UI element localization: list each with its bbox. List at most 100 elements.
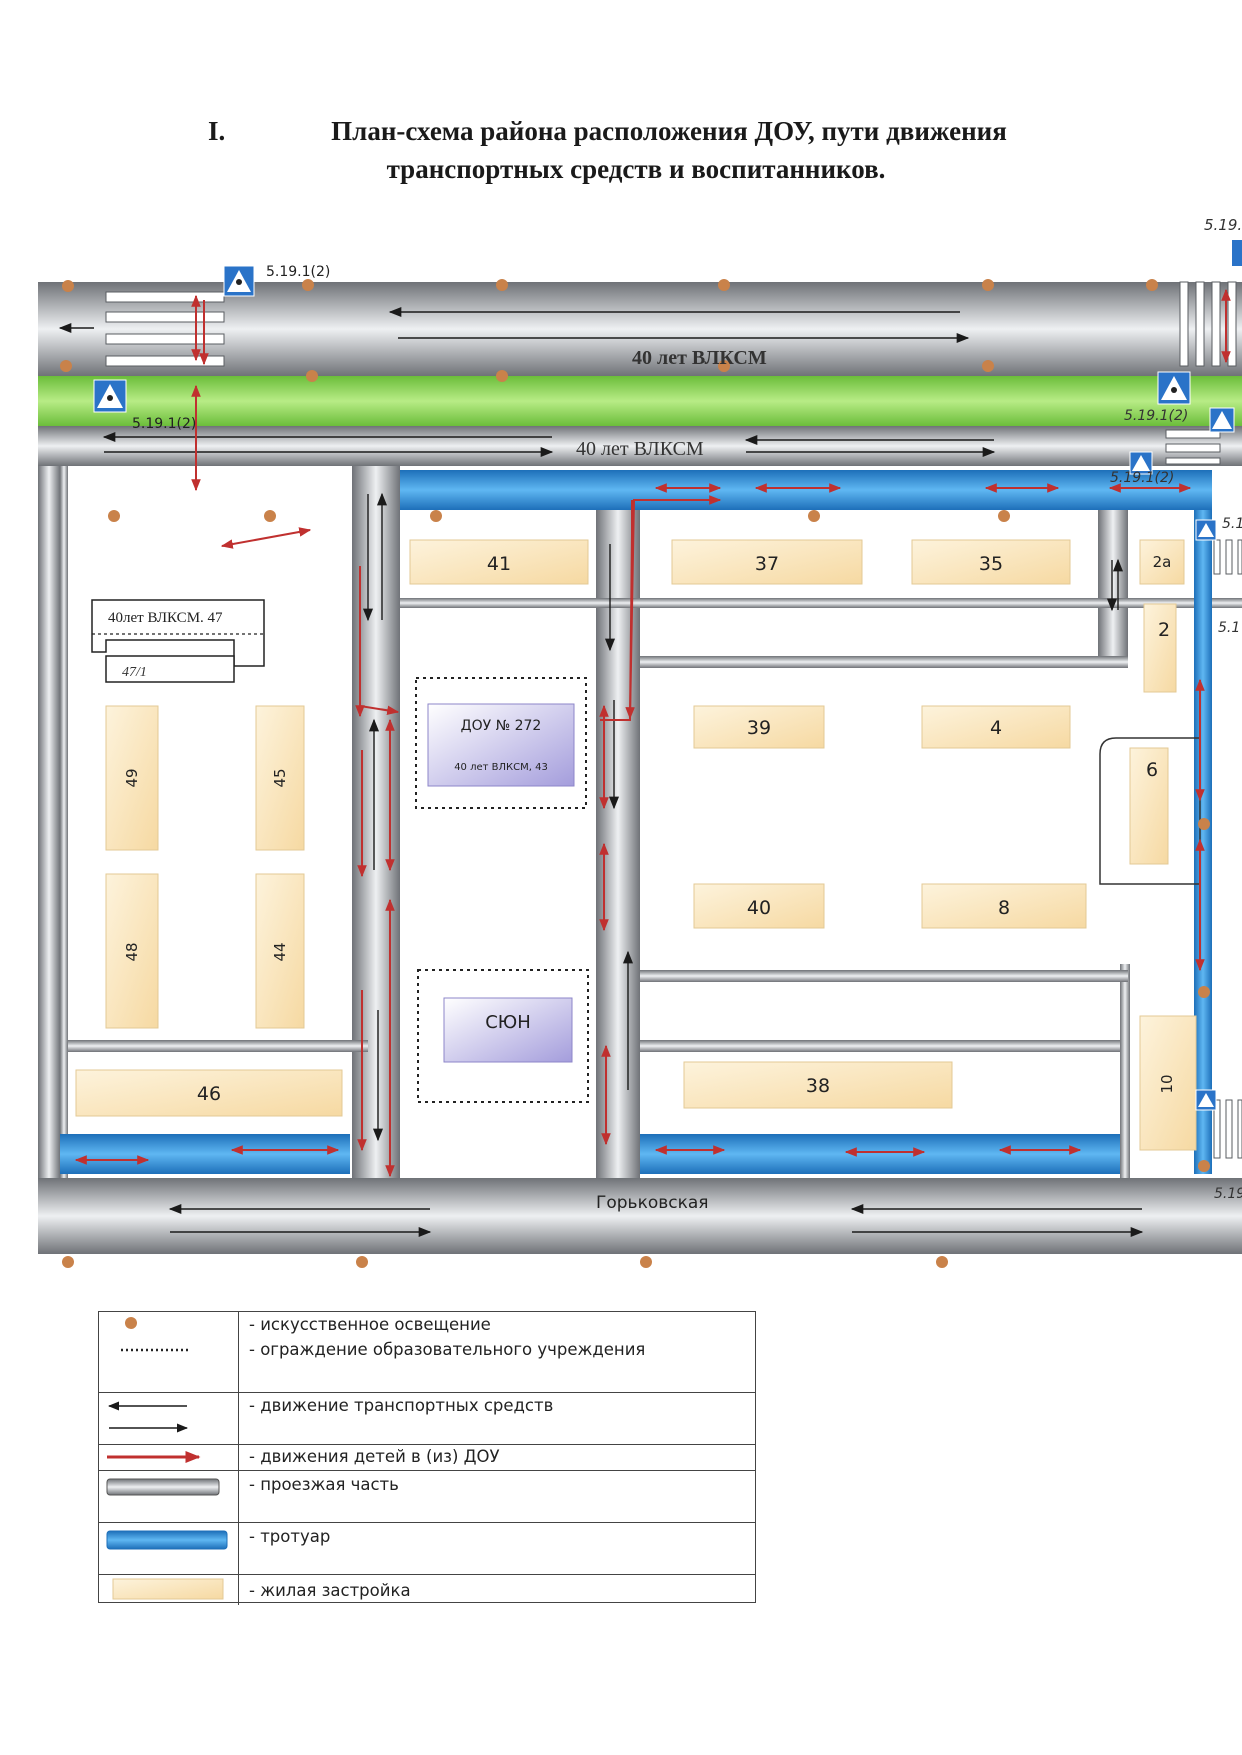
lamp (982, 279, 994, 291)
sidewalk-east (1194, 510, 1212, 1174)
sidewalk-south-left (60, 1134, 350, 1174)
driveway-3 (640, 970, 1128, 982)
pedestrian-crossing-sign-icon (1209, 407, 1235, 433)
dou-address: 40 лет ВЛКСМ, 43 (454, 762, 548, 773)
institutions (415, 677, 589, 1103)
building-number-48: 48 (123, 942, 141, 961)
building-number-41: 41 (487, 553, 511, 575)
legend-label: - движения детей в (из) ДОУ (249, 1447, 500, 1466)
road-bar-icon (106, 1478, 220, 1496)
crosswalk-east-2 (1213, 1099, 1242, 1159)
building-47-label: 40лет ВЛКСМ. 47 (108, 610, 223, 626)
lamp (1198, 986, 1210, 998)
legend-row-road: - проезжая часть (99, 1470, 755, 1523)
road-vertical-2 (596, 510, 640, 1178)
legend-label: - движение транспортных средств (249, 1396, 554, 1415)
sign-label: 5.19.1(2) (132, 416, 196, 432)
sign-label: 5.19.1(2) (266, 264, 330, 280)
pedestrian-crossing-sign-icon (1195, 1089, 1217, 1111)
housing-bar-icon (112, 1578, 224, 1600)
building-2 (1143, 603, 1177, 693)
sign-label: 5.1 (1218, 620, 1240, 636)
building-number-46: 46 (197, 1083, 221, 1105)
legend-row-children: - движения детей в (из) ДОУ (99, 1444, 755, 1471)
legend-row-sidewalk: - тротуар (99, 1522, 755, 1575)
lamp (108, 510, 120, 522)
sidewalk-bar-icon (106, 1530, 228, 1550)
street-label-gorkovskaya: Горьковская (596, 1193, 709, 1213)
building-number-10: 10 (1158, 1074, 1176, 1093)
building-number-8: 8 (998, 897, 1010, 919)
green-strip (38, 376, 1242, 426)
sidewalk-north (400, 470, 1212, 510)
building-number-40: 40 (747, 897, 771, 919)
lamp (718, 279, 730, 291)
children-arrow (220, 527, 312, 549)
legend-label: - жилая застройка (249, 1581, 411, 1600)
lamp (302, 279, 314, 291)
lamp (430, 510, 442, 522)
legend-label: - искусственное освещение (249, 1315, 491, 1334)
building-number-49: 49 (123, 768, 141, 787)
lamp (936, 1256, 948, 1268)
lamp (496, 279, 508, 291)
building-number-2a: 2а (1153, 553, 1172, 571)
lamp (356, 1256, 368, 1268)
building-number-45: 45 (271, 768, 289, 787)
legend-row-lamp: - искусственное освещение (99, 1312, 755, 1340)
lamp (1198, 1160, 1210, 1172)
dou-name: ДОУ № 272 (461, 718, 542, 734)
sign-label: 5.19.1(2) (1124, 408, 1188, 424)
sign-label: 5.19. (1204, 216, 1242, 234)
sign-label: 5.19 (1214, 1186, 1242, 1202)
building-number-39: 39 (747, 717, 771, 739)
building-47-1-label: 47/1 (122, 665, 147, 680)
building-number-2: 2 (1158, 619, 1170, 641)
lamp (306, 370, 318, 382)
lamp (62, 280, 74, 292)
lamp (496, 370, 508, 382)
legend-row-housing: - жилая застройка (99, 1574, 755, 1605)
crosswalk-service-right (1165, 429, 1221, 465)
street-label-north-main: 40 лет ВЛКСМ (632, 347, 767, 369)
legend-label: - проезжая часть (249, 1475, 399, 1494)
building-number-38: 38 (806, 1075, 830, 1097)
lamp (640, 1256, 652, 1268)
driveway-5 (60, 1040, 368, 1052)
lamp (1198, 818, 1210, 830)
building-number-4: 4 (990, 717, 1002, 739)
legend-row-vehicles: - движение транспортных средств (99, 1392, 755, 1445)
road-west-edge (38, 466, 60, 1178)
pedestrian-crossing-sign-icon (1195, 519, 1217, 541)
lamp (1146, 279, 1158, 291)
building-number-44: 44 (271, 942, 289, 961)
street-label-north-service: 40 лет ВЛКСМ (576, 438, 704, 460)
page-title: I. План-схема района расположения ДОУ, п… (0, 112, 1242, 188)
crosswalk-east-1 (1213, 539, 1242, 575)
section-number: I. (208, 116, 226, 146)
sign-label: 5.19.1(2) (1110, 470, 1174, 486)
dou-272-building (427, 703, 575, 787)
district-plan-map: 40 лет ВЛКСМ 40 лет ВЛКСМ Горьковская 5.… (38, 216, 1242, 1268)
lamp-icon (125, 1317, 137, 1329)
lamp (998, 510, 1010, 522)
road-vertical-3 (1098, 510, 1128, 668)
pedestrian-crossing-sign-icon (223, 265, 255, 297)
driveway-4 (640, 1040, 1120, 1052)
driveway-1 (400, 598, 1242, 608)
map-legend: - искусственное освещение - ограждение о… (98, 1311, 756, 1605)
building-number-35: 35 (979, 553, 1003, 575)
syun-name: СЮН (485, 1012, 531, 1033)
lamp (808, 510, 820, 522)
pedestrian-crossing-sign-icon (1157, 371, 1191, 405)
road-vertical-right (1120, 964, 1130, 1178)
lamp (982, 360, 994, 372)
building-number-6: 6 (1146, 759, 1158, 781)
driveway-2 (640, 656, 1128, 668)
legend-label: - тротуар (249, 1527, 331, 1546)
sign-label: 5.1 (1222, 516, 1242, 532)
pedestrian-crossing-sign-icon (1232, 240, 1242, 266)
road-gorkovskaya (38, 1178, 1242, 1254)
lamp (60, 360, 72, 372)
sidewalk-south-right (640, 1134, 1120, 1174)
